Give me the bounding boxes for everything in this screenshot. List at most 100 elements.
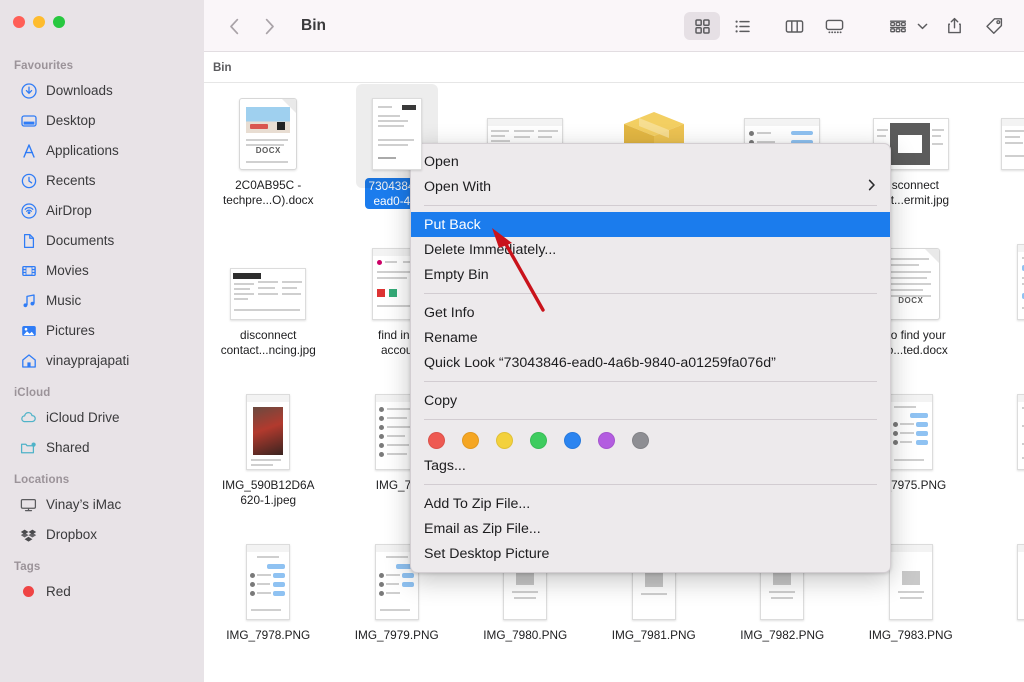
sidebar-item-documents[interactable]: Documents bbox=[6, 227, 196, 254]
sidebar-item-airdrop[interactable]: AirDrop bbox=[6, 197, 196, 224]
menu-item-rename[interactable]: Rename bbox=[411, 325, 890, 350]
menu-item-label: Delete Immediately... bbox=[424, 241, 557, 258]
file-name: IMG_7978.PNG bbox=[226, 628, 311, 642]
menu-item-label: Copy bbox=[424, 392, 458, 409]
sidebar-item-label: Red bbox=[46, 584, 71, 599]
sidebar-item-music[interactable]: Music bbox=[6, 287, 196, 314]
chevron-down-icon[interactable] bbox=[914, 22, 930, 31]
dropbox-icon bbox=[20, 526, 37, 543]
file-item[interactable]: IM bbox=[975, 534, 1024, 682]
screenshot-preview-icon bbox=[230, 268, 307, 320]
screenshot-preview-icon bbox=[246, 544, 291, 620]
file-item[interactable]: IMG_590B12D6A 620-1.jpeg bbox=[204, 384, 333, 534]
sidebar-item-label: Documents bbox=[46, 233, 115, 248]
menu-separator bbox=[424, 205, 877, 206]
sidebar-item-applications[interactable]: Applications bbox=[6, 137, 196, 164]
tag-swatch-orange[interactable] bbox=[462, 432, 479, 449]
screenshot-preview-icon bbox=[1017, 394, 1024, 470]
menu-item-copy[interactable]: Copy bbox=[411, 388, 890, 413]
sidebar-item-dropbox[interactable]: Dropbox bbox=[6, 521, 196, 548]
home-icon bbox=[20, 352, 37, 369]
menu-item-add-to-zip[interactable]: Add To Zip File... bbox=[411, 491, 890, 516]
file-thumbnail bbox=[975, 92, 1024, 170]
toolbar: Bin bbox=[204, 0, 1024, 52]
menu-item-label: Open With bbox=[424, 178, 492, 195]
view-icon-button[interactable] bbox=[684, 12, 720, 40]
tag-swatch-green[interactable] bbox=[530, 432, 547, 449]
path-bar: Bin bbox=[204, 52, 1024, 83]
sidebar-item-tag-red[interactable]: Red bbox=[6, 578, 196, 605]
sidebar-item-recents[interactable]: Recents bbox=[6, 167, 196, 194]
tag-swatch-blue[interactable] bbox=[564, 432, 581, 449]
desktop-icon bbox=[20, 112, 37, 129]
file-item[interactable]: c con bbox=[975, 84, 1024, 234]
view-column-button[interactable] bbox=[776, 12, 812, 40]
file-item[interactable]: IMG_7978.PNG bbox=[204, 534, 333, 682]
menu-item-open-with[interactable]: Open With bbox=[411, 174, 890, 199]
tags-button[interactable] bbox=[976, 12, 1012, 40]
menu-item-tags[interactable]: Tags... bbox=[411, 453, 890, 478]
file-thumbnail bbox=[975, 242, 1024, 320]
menu-item-email-as-zip[interactable]: Email as Zip File... bbox=[411, 516, 890, 541]
screenshot-preview-icon bbox=[1001, 118, 1024, 170]
sidebar-item-pictures[interactable]: Pictures bbox=[6, 317, 196, 344]
sidebar-item-icloud-drive[interactable]: iCloud Drive bbox=[6, 404, 196, 431]
sidebar-item-imac[interactable]: Vinay’s iMac bbox=[6, 491, 196, 518]
menu-item-label: Open bbox=[424, 153, 459, 170]
file-item[interactable]: IMG 4 bbox=[975, 234, 1024, 384]
file-item[interactable]: disconnect contact...ncing.jpg bbox=[204, 234, 333, 384]
sidebar-item-shared[interactable]: Shared bbox=[6, 434, 196, 461]
file-name: 2C0AB95C - techpre...O).docx bbox=[223, 178, 314, 207]
menu-item-label: Empty Bin bbox=[424, 266, 489, 283]
menu-item-label: Put Back bbox=[424, 216, 481, 233]
sidebar-item-home[interactable]: vinayprajapati bbox=[6, 347, 196, 374]
tag-swatch-grey[interactable] bbox=[632, 432, 649, 449]
sidebar-item-downloads[interactable]: Downloads bbox=[6, 77, 196, 104]
sidebar-group-locations-title: Locations bbox=[14, 474, 70, 486]
tag-swatch-yellow[interactable] bbox=[496, 432, 513, 449]
sidebar-item-label: AirDrop bbox=[46, 203, 92, 218]
menu-item-set-desktop-picture[interactable]: Set Desktop Picture bbox=[411, 541, 890, 566]
sidebar-item-label: Music bbox=[46, 293, 82, 308]
close-button[interactable] bbox=[13, 16, 25, 28]
share-button[interactable] bbox=[936, 12, 972, 40]
sidebar-scroll[interactable]: Favourites Downloads Desktop Application… bbox=[0, 50, 204, 682]
sidebar-group-icloud-title: iCloud bbox=[14, 387, 51, 399]
screenshot-preview-icon bbox=[888, 394, 933, 470]
menu-item-open[interactable]: Open bbox=[411, 149, 890, 174]
sidebar-item-movies[interactable]: Movies bbox=[6, 257, 196, 284]
minimize-button[interactable] bbox=[33, 16, 45, 28]
traffic-lights bbox=[13, 16, 65, 28]
file-item[interactable]: DOCX 2C0AB95C - techpre...O).docx bbox=[204, 84, 333, 234]
finder-window: Favourites Downloads Desktop Application… bbox=[0, 0, 1024, 682]
menu-item-empty-bin[interactable]: Empty Bin bbox=[411, 262, 890, 287]
file-thumbnail bbox=[204, 242, 333, 320]
menu-item-get-info[interactable]: Get Info bbox=[411, 300, 890, 325]
menu-item-put-back[interactable]: Put Back bbox=[411, 212, 890, 237]
menu-separator bbox=[424, 293, 877, 294]
photo-preview-icon bbox=[246, 394, 291, 470]
group-by-button[interactable] bbox=[880, 12, 916, 40]
menu-item-quick-look[interactable]: Quick Look “73043846-ead0-4a6b-9840-a012… bbox=[411, 350, 890, 375]
maximize-button[interactable] bbox=[53, 16, 65, 28]
tag-swatch-purple[interactable] bbox=[598, 432, 615, 449]
view-gallery-button[interactable] bbox=[816, 12, 852, 40]
file-name: disconnect contact...ncing.jpg bbox=[220, 328, 316, 357]
forward-button[interactable] bbox=[262, 16, 277, 36]
context-menu[interactable]: Open Open With Put Back Delete Immediate… bbox=[410, 143, 891, 573]
tag-swatch-red[interactable] bbox=[428, 432, 445, 449]
shared-folder-icon bbox=[20, 439, 37, 456]
sidebar-item-label: Downloads bbox=[46, 83, 113, 98]
pictures-icon bbox=[20, 322, 37, 339]
sidebar-item-label: Shared bbox=[46, 440, 90, 455]
file-name: IMG_7983.PNG bbox=[868, 628, 953, 642]
back-button[interactable] bbox=[227, 16, 242, 36]
tag-color-swatches bbox=[411, 426, 890, 453]
menu-item-delete-immediately[interactable]: Delete Immediately... bbox=[411, 237, 890, 262]
breadcrumb[interactable]: Bin bbox=[213, 62, 232, 74]
file-item[interactable]: IM bbox=[975, 384, 1024, 534]
view-list-button[interactable] bbox=[724, 12, 760, 40]
sidebar-item-desktop[interactable]: Desktop bbox=[6, 107, 196, 134]
document-icon bbox=[20, 232, 37, 249]
menu-item-label: Email as Zip File... bbox=[424, 520, 541, 537]
